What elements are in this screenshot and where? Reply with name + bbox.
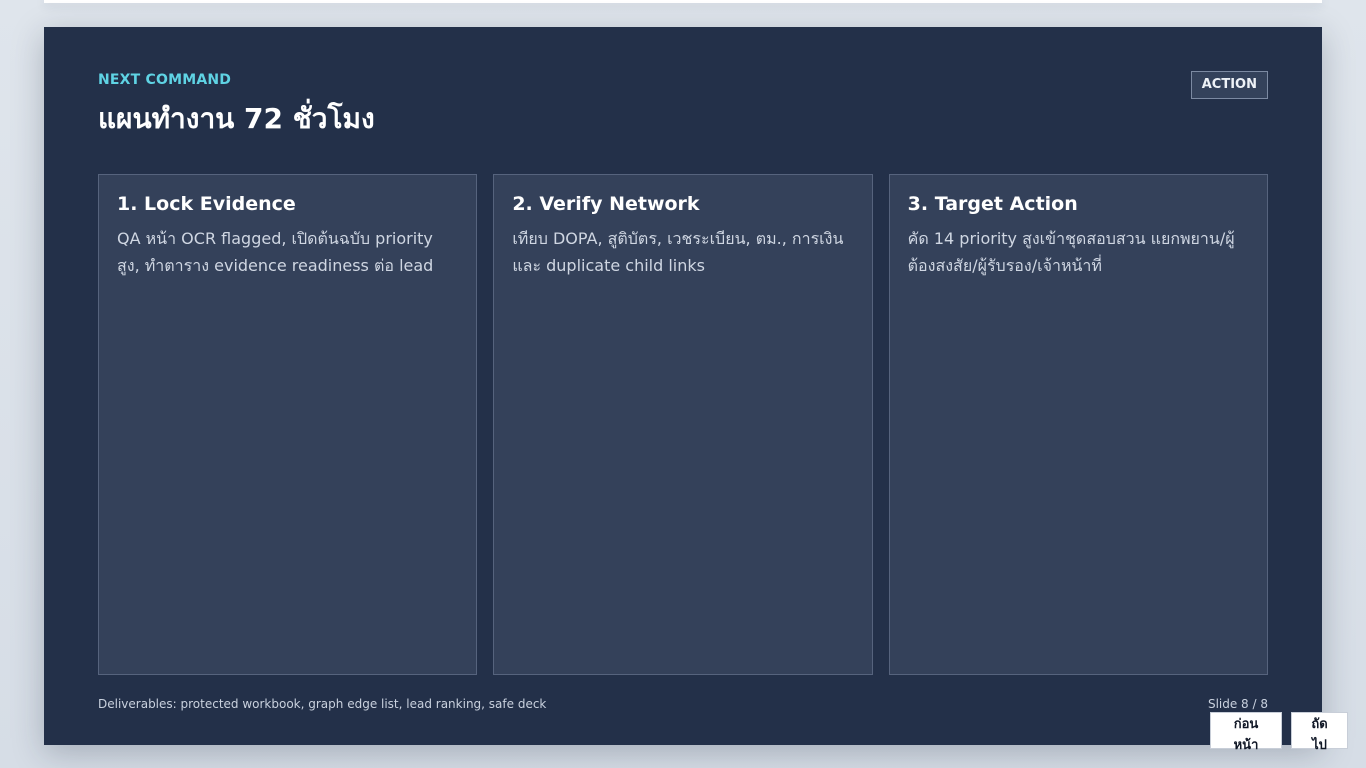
previous-slide-edge [44,0,1322,3]
previous-button[interactable]: ก่อนหน้า [1210,712,1282,753]
card-title: 2. Verify Network [512,193,700,215]
card-title: 3. Target Action [907,193,1078,215]
card-text: QA หน้า OCR flagged, เปิดต้นฉบับ priorit… [117,229,434,275]
card-lock-evidence: 1. Lock Evidence QA หน้า OCR flagged, เป… [98,174,478,675]
slide-title: แผนทำงาน 72 ชั่วโมง [98,102,375,135]
action-badge: ACTION [1190,71,1268,99]
deliverables-footer: Deliverables: protected workbook, graph … [98,697,547,711]
slide-eyebrow: NEXT COMMAND [98,72,232,88]
next-button[interactable]: ถัดไป [1291,712,1348,753]
card-text: คัด 14 priority สูงเข้าชุดสอบสวน แยกพยาน… [907,229,1235,275]
slide-number: Slide 8 / 8 [1207,697,1268,711]
card-row: 1. Lock Evidence QA หน้า OCR flagged, เป… [98,174,1268,675]
card-verify-network: 2. Verify Network เทียบ DOPA, สูติบัตร, … [493,174,873,675]
card-text: เทียบ DOPA, สูติบัตร, เวชระเบียน, ตม., ก… [512,229,844,275]
slide: NEXT COMMAND แผนทำงาน 72 ชั่วโมง ACTION … [44,27,1322,745]
card-target-action: 3. Target Action คัด 14 priority สูงเข้า… [888,174,1268,675]
card-title: 1. Lock Evidence [117,193,296,215]
presentation-viewer: NEXT COMMAND แผนทำงาน 72 ชั่วโมง ACTION … [0,0,1366,768]
